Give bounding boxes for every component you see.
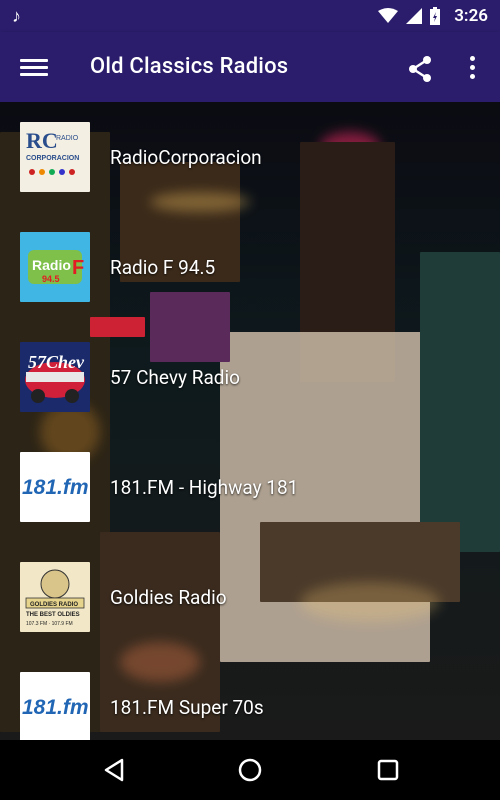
hamburger-menu-icon[interactable] <box>20 55 48 79</box>
signal-icon <box>406 8 423 24</box>
svg-text:181.fm: 181.fm <box>22 476 89 499</box>
wifi-icon <box>378 8 399 23</box>
station-item[interactable]: GOLDIES RADIO THE BEST OLDIES 107.3 FM ·… <box>0 542 500 652</box>
app-title: Old Classics Radios <box>90 54 289 79</box>
navigation-bar <box>0 740 500 800</box>
svg-text:94.5: 94.5 <box>42 274 60 284</box>
station-item[interactable]: 57Chev 57 Chevy Radio <box>0 322 500 432</box>
more-vert-icon[interactable] <box>462 52 482 82</box>
svg-text:Radio: Radio <box>32 257 71 273</box>
back-icon[interactable] <box>100 755 130 785</box>
station-logo: 181.fm <box>20 672 90 742</box>
share-icon[interactable] <box>405 54 435 84</box>
station-logo: 181.fm <box>20 452 90 522</box>
station-logo: RC RADIO CORPORACION <box>20 122 90 192</box>
battery-charging-icon <box>430 7 441 25</box>
svg-text:GOLDIES RADIO: GOLDIES RADIO <box>30 602 78 608</box>
svg-text:CORPORACION: CORPORACION <box>26 155 79 162</box>
svg-text:F: F <box>72 257 84 279</box>
svg-text:RC: RC <box>26 128 58 153</box>
svg-text:THE BEST OLDIES: THE BEST OLDIES <box>26 612 80 618</box>
station-name: 181.FM - Highway 181 <box>110 475 299 499</box>
svg-text:57Chev: 57Chev <box>28 352 85 372</box>
station-logo: Radio F 94.5 <box>20 232 90 302</box>
home-icon[interactable] <box>235 755 265 785</box>
svg-text:107.3 FM · 107.9 FM: 107.3 FM · 107.9 FM <box>26 621 73 627</box>
station-item[interactable]: RC RADIO CORPORACION RadioCorporacion <box>0 102 500 212</box>
station-logo: GOLDIES RADIO THE BEST OLDIES 107.3 FM ·… <box>20 562 90 632</box>
station-item[interactable]: Radio F 94.5 Radio F 94.5 <box>0 212 500 322</box>
status-bar: ♪ 3:26 <box>0 0 500 32</box>
app-bar: Old Classics Radios <box>0 32 500 102</box>
music-note-icon: ♪ <box>12 6 21 27</box>
status-icons: 3:26 <box>378 0 488 32</box>
station-item[interactable]: 181.fm 181.FM - Highway 181 <box>0 432 500 542</box>
station-list: RC RADIO CORPORACION RadioCorporacion Ra… <box>0 102 500 742</box>
status-time: 3:26 <box>454 6 488 26</box>
station-logo: 57Chev <box>20 342 90 412</box>
recents-icon[interactable] <box>373 755 403 785</box>
svg-text:RADIO: RADIO <box>56 135 79 142</box>
station-name: Goldies Radio <box>110 585 227 609</box>
svg-text:181.fm: 181.fm <box>22 696 89 719</box>
station-name: Radio F 94.5 <box>110 255 216 279</box>
station-name: 57 Chevy Radio <box>110 365 240 389</box>
station-name: RadioCorporacion <box>110 145 262 169</box>
